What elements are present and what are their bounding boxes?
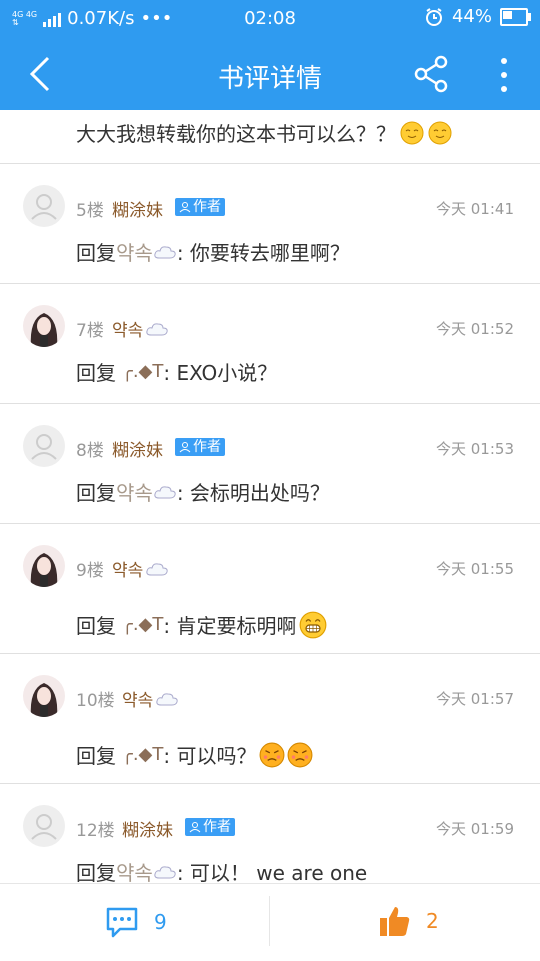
page-title: 书评详情 xyxy=(217,64,322,94)
author-badge-label: 作者 xyxy=(193,199,221,215)
user-name[interactable]: 약속 xyxy=(112,316,169,341)
thumbs-up-icon xyxy=(380,907,410,936)
battery-percent: 44% xyxy=(451,6,492,27)
reply-body: : 可以！ we are one xyxy=(176,861,368,883)
reply-body: : 可以吗？ xyxy=(163,744,257,768)
comment-item[interactable]: 10楼 약속 今天 01:57 回复 ╭.◆T : 可以吗？ xyxy=(0,654,540,783)
avatar[interactable] xyxy=(23,305,65,347)
divider xyxy=(269,896,270,946)
cloud-icon xyxy=(154,865,176,878)
reply-text: 回复 약속 : 会标明出处吗？ xyxy=(76,477,330,506)
reply-target[interactable]: ╭.◆T xyxy=(122,614,163,635)
user-name[interactable]: 약속 xyxy=(122,686,179,711)
blush-emoji-icon xyxy=(428,121,452,144)
comment-time: 今天 01:55 xyxy=(436,560,514,578)
user-icon xyxy=(179,442,191,453)
top-bar: 4G 4G ⇅ 0.07K/s ••• 02:08 44% 书评详情 xyxy=(0,0,540,110)
reply-target[interactable]: 약속 xyxy=(116,237,153,266)
comment-button[interactable]: 9 xyxy=(104,904,167,940)
floor-number: 8楼 xyxy=(76,441,104,461)
author-badge: 作者 xyxy=(175,438,225,456)
bottom-bar: 9 2 xyxy=(0,883,540,961)
frown-emoji-icon xyxy=(259,742,284,767)
comment-icon xyxy=(106,907,138,938)
like-button[interactable]: 2 xyxy=(378,904,439,938)
cloud-icon xyxy=(154,245,176,258)
user-name[interactable]: 糊涂妹 xyxy=(112,436,163,461)
share-icon[interactable] xyxy=(413,54,451,94)
first-comment: 大大我想转载你的这本书可以么？？ xyxy=(76,118,452,147)
reply-body: : 肯定要标明啊 xyxy=(163,614,297,638)
reply-body: : EXO小说？ xyxy=(163,361,278,385)
first-comment-text: 大大我想转载你的这本书可以么？？ xyxy=(76,122,396,146)
cloud-icon xyxy=(146,562,168,575)
status-right: 44% xyxy=(424,6,531,27)
reply-prefix: 回复 xyxy=(76,614,116,638)
like-count: 2 xyxy=(426,909,439,933)
user-name[interactable]: 약속 xyxy=(112,556,169,581)
author-badge-label: 作者 xyxy=(193,439,221,455)
reply-prefix: 回复 xyxy=(76,241,116,265)
avatar[interactable] xyxy=(23,545,65,587)
avatar[interactable] xyxy=(23,805,65,847)
user-name-text: 약속 xyxy=(122,691,154,711)
floor-number: 12楼 xyxy=(76,821,115,841)
user-name-text: 약속 xyxy=(112,561,144,581)
reply-prefix: 回复 xyxy=(76,361,116,385)
grin-emoji-icon xyxy=(299,611,326,638)
floor-number: 7楼 xyxy=(76,321,104,341)
avatar[interactable] xyxy=(23,675,65,717)
user-name[interactable]: 糊涂妹 xyxy=(112,196,163,221)
comment-count: 9 xyxy=(154,910,167,934)
avatar[interactable] xyxy=(23,425,65,467)
comment-item[interactable]: 5楼 糊涂妹 作者 今天 01:41 回复 약속 : 你要转去哪里啊？ xyxy=(0,164,540,283)
floor-number: 5楼 xyxy=(76,201,104,221)
user-icon xyxy=(189,822,201,833)
reply-target[interactable]: 약속 xyxy=(116,857,153,883)
cloud-icon xyxy=(156,692,178,705)
comment-item[interactable]: 9楼 약속 今天 01:55 回复 ╭.◆T : 肯定要标明啊 xyxy=(0,524,540,653)
comment-list[interactable]: 大大我想转载你的这本书可以么？？ 5楼 糊涂妹 作者 今天 01:41 回复 약… xyxy=(0,110,540,883)
reply-body: : 会标明出处吗？ xyxy=(176,481,330,505)
user-name[interactable]: 糊涂妹 xyxy=(122,816,173,841)
comment-time: 今天 01:53 xyxy=(436,440,514,458)
reply-prefix: 回复 xyxy=(76,744,116,768)
floor-number: 9楼 xyxy=(76,561,104,581)
blush-emoji-icon xyxy=(400,121,424,144)
comment-time: 今天 01:57 xyxy=(436,690,514,708)
author-badge: 作者 xyxy=(185,818,235,836)
frown-emoji-icon xyxy=(287,742,312,767)
reply-target[interactable]: 약속 xyxy=(116,477,153,506)
reply-prefix: 回复 xyxy=(76,481,116,505)
comment-item[interactable]: 7楼 약속 今天 01:52 回复 ╭.◆T : EXO小说？ xyxy=(0,284,540,403)
cloud-icon xyxy=(146,322,168,335)
reply-target[interactable]: ╭.◆T xyxy=(122,361,163,382)
user-icon xyxy=(179,202,191,213)
alarm-icon xyxy=(425,7,442,26)
cloud-icon xyxy=(154,485,176,498)
author-badge-label: 作者 xyxy=(203,819,231,835)
comment-time: 今天 01:59 xyxy=(436,820,514,838)
avatar[interactable] xyxy=(23,185,65,227)
reply-body: : 你要转去哪里啊？ xyxy=(176,241,350,265)
author-badge: 作者 xyxy=(175,198,225,216)
reply-text: 回复 ╭.◆T : 肯定要标明啊 xyxy=(76,610,327,639)
more-icon[interactable] xyxy=(494,55,514,95)
reply-text: 回复 ╭.◆T : 可以吗？ xyxy=(76,740,313,769)
reply-prefix: 回复 xyxy=(76,861,116,883)
nav-bar: 书评详情 xyxy=(0,38,540,110)
reply-text: 回复 약속 : 你要转去哪里啊？ xyxy=(76,237,350,266)
comment-time: 今天 01:41 xyxy=(436,200,514,218)
reply-target[interactable]: ╭.◆T xyxy=(122,744,163,765)
status-bar: 4G 4G ⇅ 0.07K/s ••• 02:08 44% xyxy=(0,0,540,38)
comment-item[interactable]: 8楼 糊涂妹 作者 今天 01:53 回复 약속 : 会标明出处吗？ xyxy=(0,404,540,523)
battery-icon xyxy=(500,7,531,26)
reply-text: 回复 ╭.◆T : EXO小说？ xyxy=(76,357,277,386)
reply-text: 回复 약속 : 可以！ we are one xyxy=(76,857,367,883)
user-name-text: 약속 xyxy=(112,321,144,341)
comment-item[interactable]: 12楼 糊涂妹 作者 今天 01:59 回复 약속 : 可以！ we are o… xyxy=(0,784,540,883)
floor-number: 10楼 xyxy=(76,691,115,711)
comment-time: 今天 01:52 xyxy=(436,320,514,338)
